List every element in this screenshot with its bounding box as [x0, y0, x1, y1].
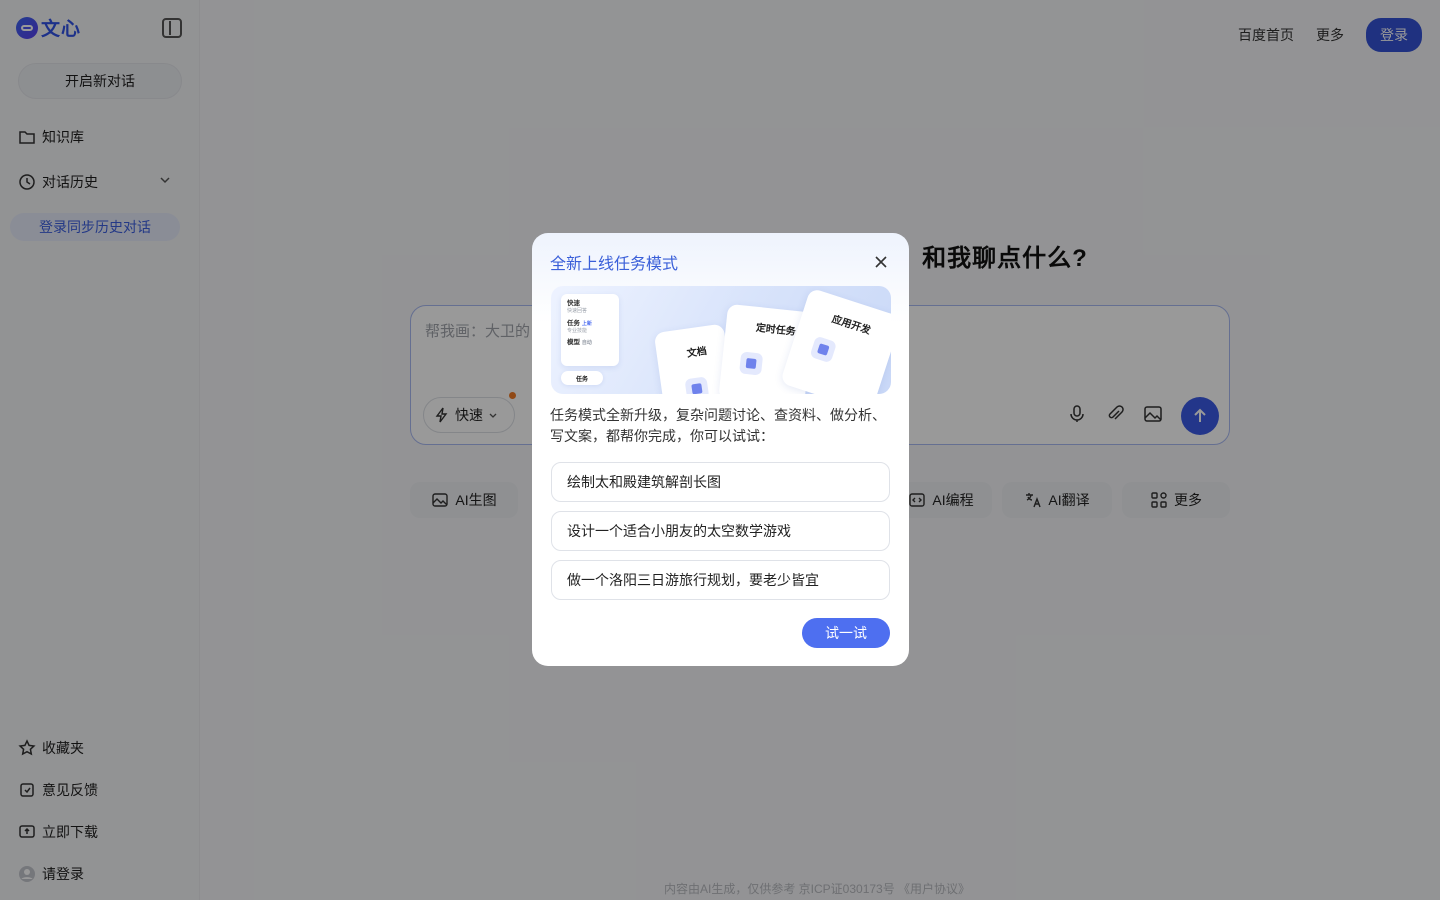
- dialog-description: 任务模式全新升级，复杂问题讨论、查资料、做分析、写文案，都帮你完成，你可以试试：: [550, 407, 886, 444]
- feature-banner: 快速 快速回答 任务 上新 专业技能 模型 自动 任务 文档 定时任务 应用开发: [551, 286, 891, 394]
- task-mode-dialog: 全新上线任务模式 快速 快速回答 任务 上新 专业技能 模型 自动 任务 文档 …: [532, 233, 909, 666]
- doc-icon: [684, 376, 710, 394]
- banner-mode-menu: 快速 快速回答 任务 上新 专业技能 模型 自动: [561, 294, 619, 366]
- code-icon: [809, 335, 838, 364]
- banner-card-app-dev: 应用开发: [779, 287, 891, 394]
- schedule-icon: [739, 351, 764, 376]
- close-icon[interactable]: [874, 255, 888, 269]
- prompt-suggestion[interactable]: 绘制太和殿建筑解剖长图: [551, 462, 890, 502]
- try-button[interactable]: 试一试: [802, 618, 890, 648]
- prompt-suggestion[interactable]: 设计一个适合小朋友的太空数学游戏: [551, 511, 890, 551]
- dialog-title: 全新上线任务模式: [550, 256, 679, 273]
- prompt-suggestion[interactable]: 做一个洛阳三日游旅行规划，要老少皆宜: [551, 560, 890, 600]
- banner-task-tab: 任务: [561, 371, 603, 385]
